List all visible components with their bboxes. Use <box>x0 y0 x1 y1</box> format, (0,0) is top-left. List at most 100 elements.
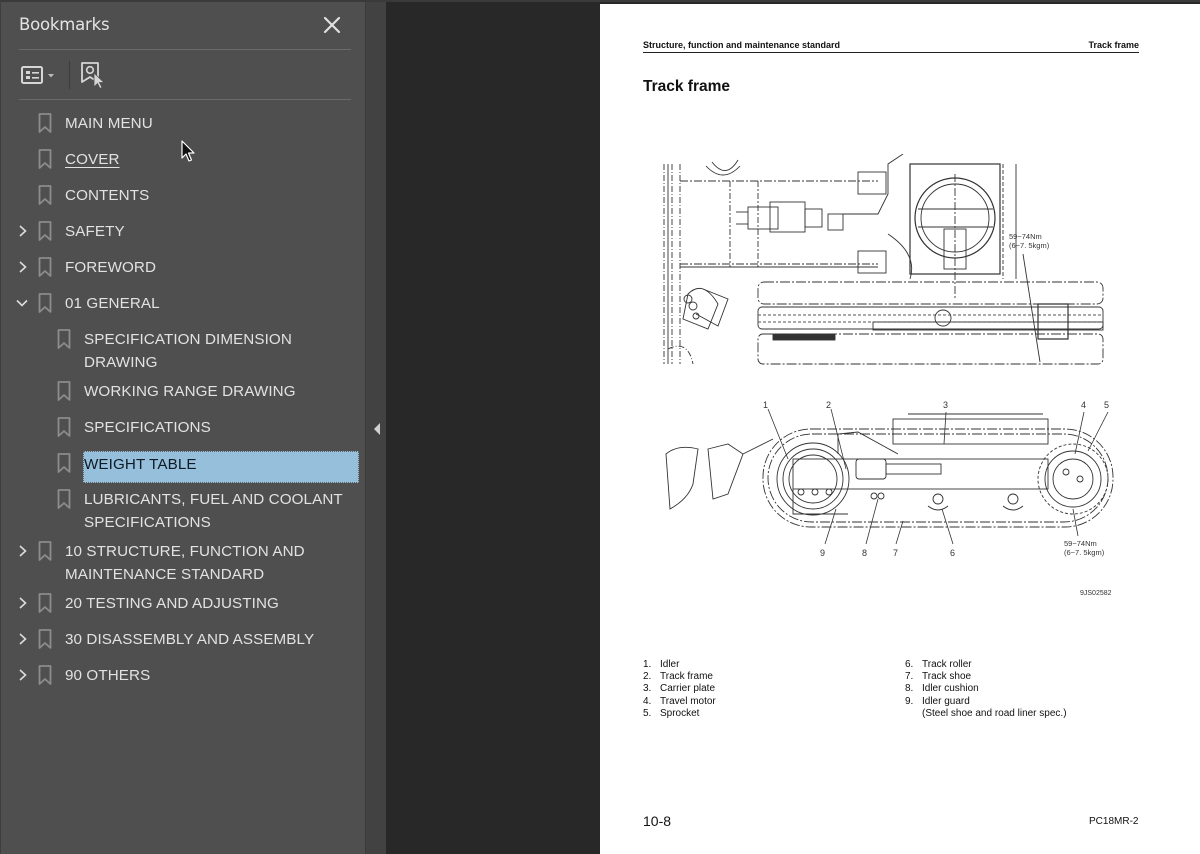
legend-number: 4. <box>643 695 652 707</box>
bookmark-icon <box>57 329 71 349</box>
bookmark-icon <box>38 541 52 561</box>
bookmark-label[interactable]: MAIN MENU <box>65 112 153 135</box>
legend-number: 2. <box>643 671 652 683</box>
bookmark-label[interactable]: SAFETY <box>65 220 125 243</box>
figure-id: 9JS02582 <box>1080 590 1112 597</box>
bookmark-item-specification-dimension-drawing[interactable]: SPECIFICATION DIMENSION DRAWING <box>1 328 366 374</box>
bookmark-label-selected[interactable]: WEIGHT TABLE <box>83 451 359 483</box>
bookmarks-panel: Bookmarks MAIN MENU COVER CONTENTS SAFET… <box>0 0 365 854</box>
torque-label-top: 59~74Nm <box>1009 232 1042 241</box>
toolbar-divider <box>19 99 351 100</box>
bookmark-icon <box>57 417 71 437</box>
bookmark-label[interactable]: SPECIFICATIONS <box>84 416 211 439</box>
bookmark-icon <box>38 665 52 685</box>
page-title: Track frame <box>643 78 731 95</box>
legend-text: Idler <box>660 659 680 670</box>
legend-number: 5. <box>643 707 652 719</box>
bookmark-icon <box>38 629 52 649</box>
torque-value-kgm: (6~7. 5kgm) <box>1009 241 1050 250</box>
callout-3: 3 <box>943 400 948 410</box>
torque-value: 59~74Nm <box>1064 539 1097 548</box>
bookmark-item-10-structure[interactable]: 10 STRUCTURE, FUNCTION AND MAINTENANCE S… <box>1 540 366 586</box>
running-head-topic: Track frame <box>1088 40 1139 50</box>
collapse-panel-arrow-icon[interactable] <box>372 421 382 435</box>
panel-splitter[interactable] <box>365 0 386 854</box>
bookmark-label[interactable]: 30 DISASSEMBLY AND ASSEMBLY <box>65 628 314 651</box>
legend-text: Track frame <box>660 671 713 683</box>
bookmark-label[interactable]: 20 TESTING AND ADJUSTING <box>65 592 279 615</box>
bookmark-label[interactable]: CONTENTS <box>65 184 149 207</box>
bookmark-item-main-menu[interactable]: MAIN MENU <box>1 112 366 136</box>
callout-7: 7 <box>893 548 898 558</box>
callout-5: 5 <box>1104 400 1109 410</box>
legend-number: 6. <box>905 659 914 670</box>
bookmark-item-01-general[interactable]: 01 GENERAL <box>1 292 366 316</box>
chevron-right-icon[interactable] <box>16 223 30 237</box>
options-menu-button[interactable] <box>19 58 61 92</box>
callout-8: 8 <box>862 548 867 558</box>
chevron-right-icon[interactable] <box>16 631 30 645</box>
bookmark-label[interactable]: SPECIFICATION DIMENSION DRAWING <box>84 328 334 374</box>
bookmark-item-working-range-drawing[interactable]: WORKING RANGE DRAWING <box>1 380 366 404</box>
bookmarks-header: Bookmarks <box>1 2 366 50</box>
list-options-icon <box>21 66 54 84</box>
legend-text: Travel motor <box>660 695 716 707</box>
bookmark-label[interactable]: COVER <box>65 148 120 171</box>
callout-numbers: 1 2 3 4 5 9 8 7 6 <box>763 400 1109 558</box>
top-view <box>663 154 1104 365</box>
bookmark-item-90-others[interactable]: 90 OTHERS <box>1 664 366 688</box>
track-frame-drawing: 59~74Nm (6~7. 5kgm) 1 2 3 4 5 9 8 7 6 59… <box>663 154 1114 597</box>
bookmark-item-cover[interactable]: COVER <box>1 148 366 172</box>
bookmark-icon <box>57 453 71 473</box>
bookmark-item-30-disassembly[interactable]: 30 DISASSEMBLY AND ASSEMBLY <box>1 628 366 652</box>
find-current-bookmark-icon <box>81 62 106 90</box>
pdf-page: Structure, function and maintenance stan… <box>600 4 1200 854</box>
close-icon[interactable] <box>321 14 343 36</box>
chevron-down-icon[interactable] <box>15 295 29 309</box>
bookmark-item-specifications[interactable]: SPECIFICATIONS <box>1 416 366 440</box>
bookmark-item-weight-table[interactable]: WEIGHT TABLE <box>1 451 366 483</box>
bookmark-icon <box>38 149 52 169</box>
callout-6: 6 <box>950 548 955 558</box>
chevron-right-icon[interactable] <box>16 667 30 681</box>
side-view <box>665 413 1114 528</box>
header-divider <box>19 49 351 50</box>
running-head-section: Structure, function and maintenance stan… <box>643 40 841 50</box>
bookmark-icon <box>57 489 71 509</box>
torque-label-top-kgm: (6~7. 5kgm) <box>1009 241 1050 250</box>
bookmark-item-20-testing[interactable]: 20 TESTING AND ADJUSTING <box>1 592 366 616</box>
document-viewer[interactable]: Structure, function and maintenance stan… <box>386 0 1200 854</box>
running-header: Structure, function and maintenance stan… <box>643 40 1139 53</box>
bookmark-label[interactable]: WORKING RANGE DRAWING <box>84 380 296 403</box>
callout-4: 4 <box>1081 400 1086 410</box>
legend-text: Track roller <box>922 659 972 670</box>
bookmark-item-contents[interactable]: CONTENTS <box>1 184 366 208</box>
find-current-bookmark-button[interactable] <box>79 58 107 92</box>
bookmark-icon <box>38 185 52 205</box>
model-code: PC18MR-2 <box>1089 816 1139 827</box>
callout-2: 2 <box>826 400 831 410</box>
legend-text: Sprocket <box>660 707 700 719</box>
bookmark-item-lubricants-fuel-coolant[interactable]: LUBRICANTS, FUEL AND COOLANT SPECIFICATI… <box>1 488 366 534</box>
legend-number: 7. <box>905 671 914 683</box>
bookmark-label[interactable]: LUBRICANTS, FUEL AND COOLANT SPECIFICATI… <box>84 488 359 534</box>
bookmark-icon <box>38 257 52 277</box>
legend-number: 1. <box>643 659 652 670</box>
bookmark-label[interactable]: 90 OTHERS <box>65 664 150 687</box>
callout-1: 1 <box>763 400 768 410</box>
legend-number: 9. <box>905 695 914 707</box>
bookmark-item-foreword[interactable]: FOREWORD <box>1 256 366 280</box>
bookmark-label[interactable]: FOREWORD <box>65 256 156 279</box>
torque-value: 59~74Nm <box>1009 232 1042 241</box>
chevron-right-icon[interactable] <box>16 259 30 273</box>
bookmark-icon <box>57 381 71 401</box>
bookmark-label[interactable]: 10 STRUCTURE, FUNCTION AND MAINTENANCE S… <box>65 540 315 586</box>
bookmark-label[interactable]: 01 GENERAL <box>65 292 160 315</box>
chevron-right-icon[interactable] <box>16 595 30 609</box>
torque-label-bottom-kgm: (6~7. 5kgm) <box>1064 548 1105 557</box>
legend-text: (Steel shoe and road liner spec.) <box>922 707 1067 719</box>
chevron-right-icon[interactable] <box>16 543 30 557</box>
page-number: 10-8 <box>643 813 672 829</box>
bookmark-item-safety[interactable]: SAFETY <box>1 220 366 244</box>
callout-9: 9 <box>820 548 825 558</box>
